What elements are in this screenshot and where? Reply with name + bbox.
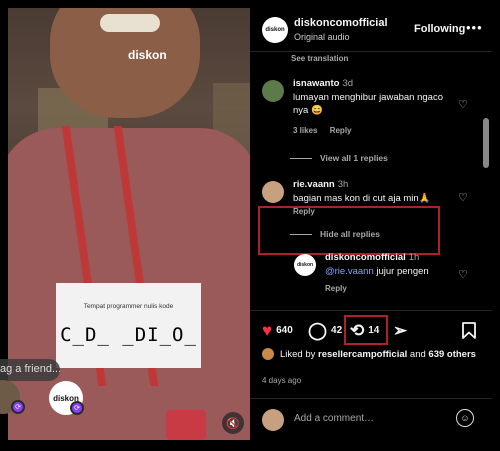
comment-text: lumayan menghibur jawaban ngaco nya 😄 bbox=[293, 92, 443, 116]
view-replies-label: View all 1 replies bbox=[320, 153, 388, 163]
commenter-avatar[interactable]: diskon bbox=[294, 254, 316, 276]
scrollbar[interactable] bbox=[483, 118, 489, 168]
audio-label[interactable]: Original audio bbox=[294, 32, 350, 42]
comment-time: 3d bbox=[342, 78, 354, 89]
repost-badge-icon: ⟳ bbox=[70, 401, 84, 415]
save-button[interactable] bbox=[462, 322, 480, 342]
comment-text: jujur pengen bbox=[376, 266, 429, 277]
share-button[interactable]: ➢ bbox=[393, 322, 411, 339]
reply-button[interactable]: Reply bbox=[330, 126, 352, 135]
view-replies-link[interactable]: View all 1 replies bbox=[290, 153, 388, 163]
liker-username[interactable]: resellercampofficial bbox=[318, 349, 407, 360]
post-header: diskon diskoncomofficial Original audio … bbox=[250, 8, 492, 52]
comment-username[interactable]: rie.vaann bbox=[293, 179, 335, 190]
emoji-icon[interactable]: ☺ bbox=[456, 409, 474, 427]
heart-filled-icon: ♥ bbox=[262, 321, 273, 340]
heart-icon[interactable]: ♡ bbox=[458, 268, 468, 281]
post-timestamp[interactable]: 4 days ago bbox=[262, 376, 301, 385]
comment-time: 3h bbox=[337, 179, 349, 190]
person-phone bbox=[166, 410, 206, 440]
mention-link[interactable]: @rie.vaann bbox=[325, 266, 374, 277]
divider-line bbox=[290, 157, 312, 159]
liked-by-prefix: Liked by bbox=[280, 349, 316, 360]
tag-friend-input[interactable]: ag a friend... bbox=[0, 359, 60, 381]
mute-icon[interactable]: 🔇 bbox=[222, 412, 244, 434]
post-panel: diskon diskoncomofficial Original audio … bbox=[250, 8, 492, 440]
more-icon[interactable]: ••• bbox=[466, 20, 483, 35]
add-comment-bar: ☺ bbox=[250, 398, 492, 440]
comments-count: 42 bbox=[331, 325, 343, 336]
reply-button[interactable]: Reply bbox=[325, 284, 347, 293]
user-avatar bbox=[262, 409, 284, 431]
action-bar: ♥ 640 ◯ 42 ⟲ 14 ➢ bbox=[250, 310, 492, 348]
person-smile bbox=[100, 14, 160, 32]
others-link[interactable]: 639 others bbox=[428, 349, 476, 360]
repost-badge-icon: ⟳ bbox=[11, 400, 25, 414]
liked-by-and: and bbox=[409, 349, 426, 360]
heart-icon[interactable]: ♡ bbox=[458, 98, 468, 111]
comment-likes[interactable]: 3 likes bbox=[293, 126, 317, 135]
comments-list[interactable]: See translation isnawanto 3d lumayan meng… bbox=[250, 52, 492, 307]
comment-icon: ◯ bbox=[308, 321, 328, 340]
liked-by-text: Liked by resellercampofficial and 639 ot… bbox=[262, 348, 487, 361]
hide-replies-link[interactable]: Hide all replies bbox=[290, 229, 380, 239]
repost-icon: ⟲ bbox=[350, 321, 365, 340]
account-name[interactable]: diskoncomofficial bbox=[294, 17, 388, 29]
commenter-avatar[interactable] bbox=[262, 80, 284, 102]
comment-username[interactable]: diskoncomofficial bbox=[325, 252, 406, 263]
like-button[interactable]: ♥ 640 bbox=[262, 322, 293, 339]
comment-button[interactable]: ◯ 42 bbox=[308, 322, 342, 339]
liker-avatar[interactable] bbox=[262, 348, 274, 361]
comment-input[interactable] bbox=[294, 413, 454, 424]
quiz-card: Tempat programmer nulis kode C_D_ _DI_O_ bbox=[56, 283, 201, 368]
comment-username[interactable]: isnawanto bbox=[293, 78, 339, 89]
following-button[interactable]: Following bbox=[414, 23, 465, 35]
comment-text: bagian mas kon di cut aja min🙏 bbox=[293, 193, 431, 204]
heart-icon[interactable]: ♡ bbox=[458, 191, 468, 204]
commenter-avatar[interactable] bbox=[262, 181, 284, 203]
hide-replies-label: Hide all replies bbox=[320, 229, 380, 239]
see-translation-link[interactable]: See translation bbox=[291, 54, 348, 63]
quiz-card-caption: Tempat programmer nulis kode bbox=[83, 303, 174, 310]
account-avatar[interactable]: diskon bbox=[262, 17, 288, 43]
send-icon: ➢ bbox=[393, 321, 408, 340]
quiz-card-text: C_D_ _DI_O_ bbox=[60, 324, 197, 346]
comment-time: 1h bbox=[408, 252, 420, 263]
video-watermark: diskon bbox=[128, 48, 167, 62]
divider-line bbox=[290, 233, 312, 235]
likes-count: 640 bbox=[276, 325, 293, 336]
repost-button[interactable]: ⟲ 14 bbox=[350, 322, 379, 339]
reposts-count: 14 bbox=[368, 325, 380, 336]
reply-button[interactable]: Reply bbox=[293, 207, 315, 216]
bookmark-icon bbox=[462, 322, 476, 342]
